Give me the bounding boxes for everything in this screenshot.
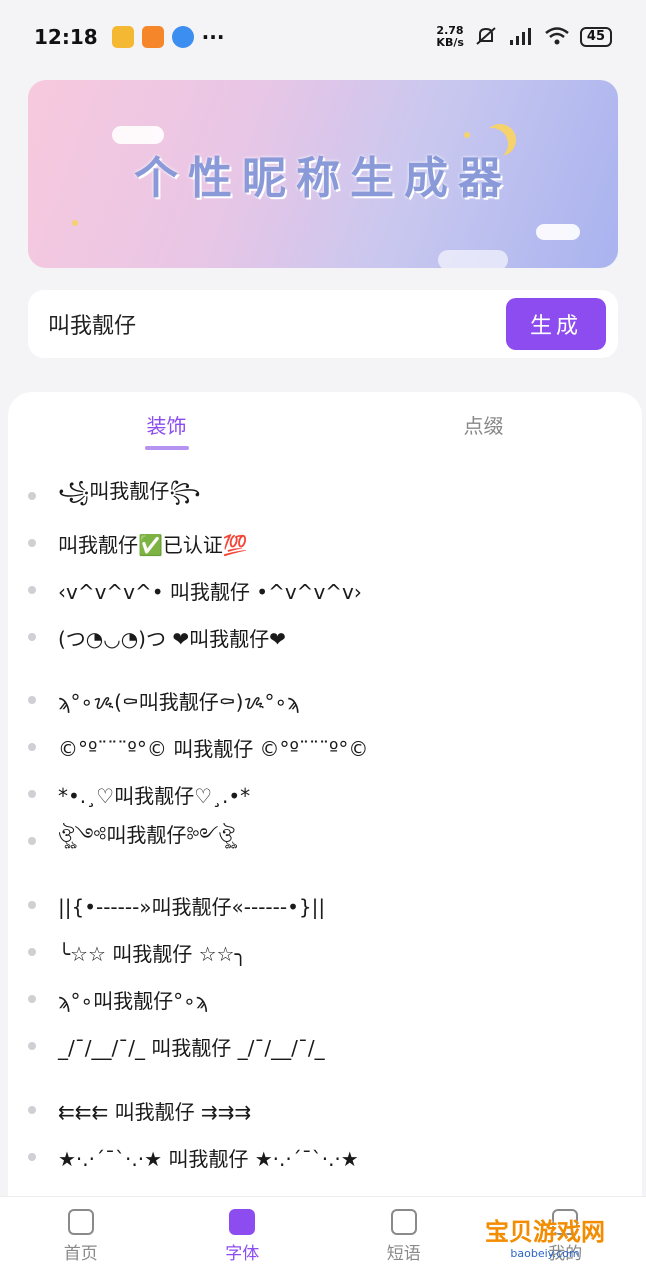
result-text: (つ◔◡◔)つ ❤叫我靓仔❤	[58, 626, 286, 651]
result-text: ‹v^v^v^• 叫我靓仔 •^v^v^v›	[58, 579, 362, 604]
result-text: ╰☆☆ 叫我靓仔 ☆☆╮	[58, 941, 247, 966]
phrases-icon	[390, 1209, 417, 1235]
bullet-icon	[28, 995, 36, 1003]
bullet-icon	[28, 1106, 36, 1114]
hero-banner: 个性昵称生成器	[28, 80, 618, 268]
list-item[interactable]: ϡ°∘叫我靓仔°∘ϡ	[28, 979, 628, 1019]
nav-phrases[interactable]: 短语	[323, 1197, 485, 1280]
nav-home[interactable]: 首页	[0, 1197, 162, 1280]
bullet-icon	[28, 1042, 36, 1050]
tab-decoration[interactable]: 装饰	[8, 392, 325, 462]
list-item[interactable]: ⇇⇇⇇ 叫我靓仔 ⇉⇉⇉	[28, 1090, 628, 1130]
browser-app-icon	[171, 26, 194, 48]
list-item[interactable]: ‹v^v^v^• 叫我靓仔 •^v^v^v›	[28, 570, 628, 610]
banner-title: 个性昵称生成器	[134, 153, 512, 204]
list-item[interactable]: ꧁叫我靓仔꧂	[28, 476, 628, 516]
more-notifications-icon: ···	[201, 25, 225, 49]
watermark-text: 宝贝游戏网	[485, 1218, 605, 1246]
bullet-icon	[28, 696, 36, 704]
signal-icon	[508, 26, 534, 49]
notes-app-icon	[111, 26, 134, 48]
battery-indicator: 45	[579, 27, 612, 47]
result-text: 叫我靓仔✅已认证💯	[58, 532, 248, 557]
bullet-icon	[28, 837, 36, 845]
mute-icon	[474, 25, 498, 50]
list-item[interactable]: ★·.·´¯`·.·★ 叫我靓仔 ★·.·´¯`·.·★	[28, 1137, 628, 1177]
bullet-icon	[28, 790, 36, 798]
nickname-input-card: 生成	[28, 290, 618, 358]
tab-bar: 装饰 点缀	[8, 392, 642, 462]
network-speed: 2.78 KB/s	[436, 24, 464, 49]
wifi-icon	[544, 26, 570, 49]
home-icon	[67, 1209, 94, 1235]
result-text: ||{•------»叫我靓仔«------•}||	[58, 894, 326, 919]
watermark-url: baobeiy.com	[510, 1247, 580, 1260]
result-text: ϡ°∘ᝰ(⚰叫我靓仔⚰)ᝰ°∘ϡ	[58, 689, 300, 714]
results-panel: 装饰 点缀 ꧁叫我靓仔꧂ 叫我靓仔✅已认证💯 ‹v^v^v^• 叫我靓仔 •^v…	[8, 392, 642, 1222]
list-item[interactable]: _/¯/__/¯/_ 叫我靓仔 _/¯/__/¯/_	[28, 1026, 628, 1066]
list-item[interactable]: 叫我靓仔✅已认证💯	[28, 523, 628, 563]
bullet-icon	[28, 539, 36, 547]
nickname-input[interactable]	[48, 311, 506, 337]
list-item[interactable]: ©°º¨¨¨º°© 叫我靓仔 ©°º¨¨¨º°©	[28, 727, 628, 767]
nav-home-label: 首页	[63, 1244, 98, 1264]
result-text: ঔৣ༺叫我靓仔༻ঔৣ	[58, 823, 235, 847]
tab-embellish[interactable]: 点缀	[325, 392, 642, 462]
bullet-icon	[28, 901, 36, 909]
bullet-icon	[28, 743, 36, 751]
status-time: 12:18	[34, 25, 98, 49]
nav-fonts[interactable]: 字体	[162, 1197, 324, 1280]
result-text: ϡ°∘叫我靓仔°∘ϡ	[58, 988, 209, 1013]
generate-button[interactable]: 生成	[506, 298, 606, 350]
result-text: ꧁叫我靓仔꧂	[58, 479, 201, 503]
bullet-icon	[28, 492, 36, 500]
bullet-icon	[28, 633, 36, 641]
result-text: *•.¸♡叫我靓仔♡¸.•*	[58, 783, 251, 808]
result-text: ⇇⇇⇇ 叫我靓仔 ⇉⇉⇉	[58, 1099, 252, 1124]
list-item[interactable]: (つ◔◡◔)つ ❤叫我靓仔❤	[28, 617, 628, 657]
font-icon	[229, 1209, 256, 1235]
list-item[interactable]: ╰☆☆ 叫我靓仔 ☆☆╮	[28, 932, 628, 972]
result-text: _/¯/__/¯/_ 叫我靓仔 _/¯/__/¯/_	[58, 1035, 325, 1060]
list-item[interactable]: ϡ°∘ᝰ(⚰叫我靓仔⚰)ᝰ°∘ϡ	[28, 680, 628, 720]
site-watermark: 宝贝游戏网 baobeiy.com	[470, 1196, 620, 1276]
list-item[interactable]: *•.¸♡叫我靓仔♡¸.•*	[28, 774, 628, 814]
bullet-icon	[28, 1153, 36, 1161]
bullet-icon	[28, 948, 36, 956]
result-text: ★·.·´¯`·.·★ 叫我靓仔 ★·.·´¯`·.·★	[58, 1146, 359, 1171]
list-item[interactable]: ঔৣ༺叫我靓仔༻ঔৣ	[28, 821, 628, 861]
status-bar: 12:18 ··· 2.78 KB/s 45	[0, 0, 646, 74]
mi-app-icon	[141, 26, 164, 48]
list-item[interactable]: ||{•------»叫我靓仔«------•}||	[28, 885, 628, 925]
bullet-icon	[28, 586, 36, 594]
result-text: ©°º¨¨¨º°© 叫我靓仔 ©°º¨¨¨º°©	[58, 736, 369, 761]
nav-phrases-label: 短语	[386, 1244, 421, 1264]
nav-fonts-label: 字体	[225, 1244, 260, 1264]
